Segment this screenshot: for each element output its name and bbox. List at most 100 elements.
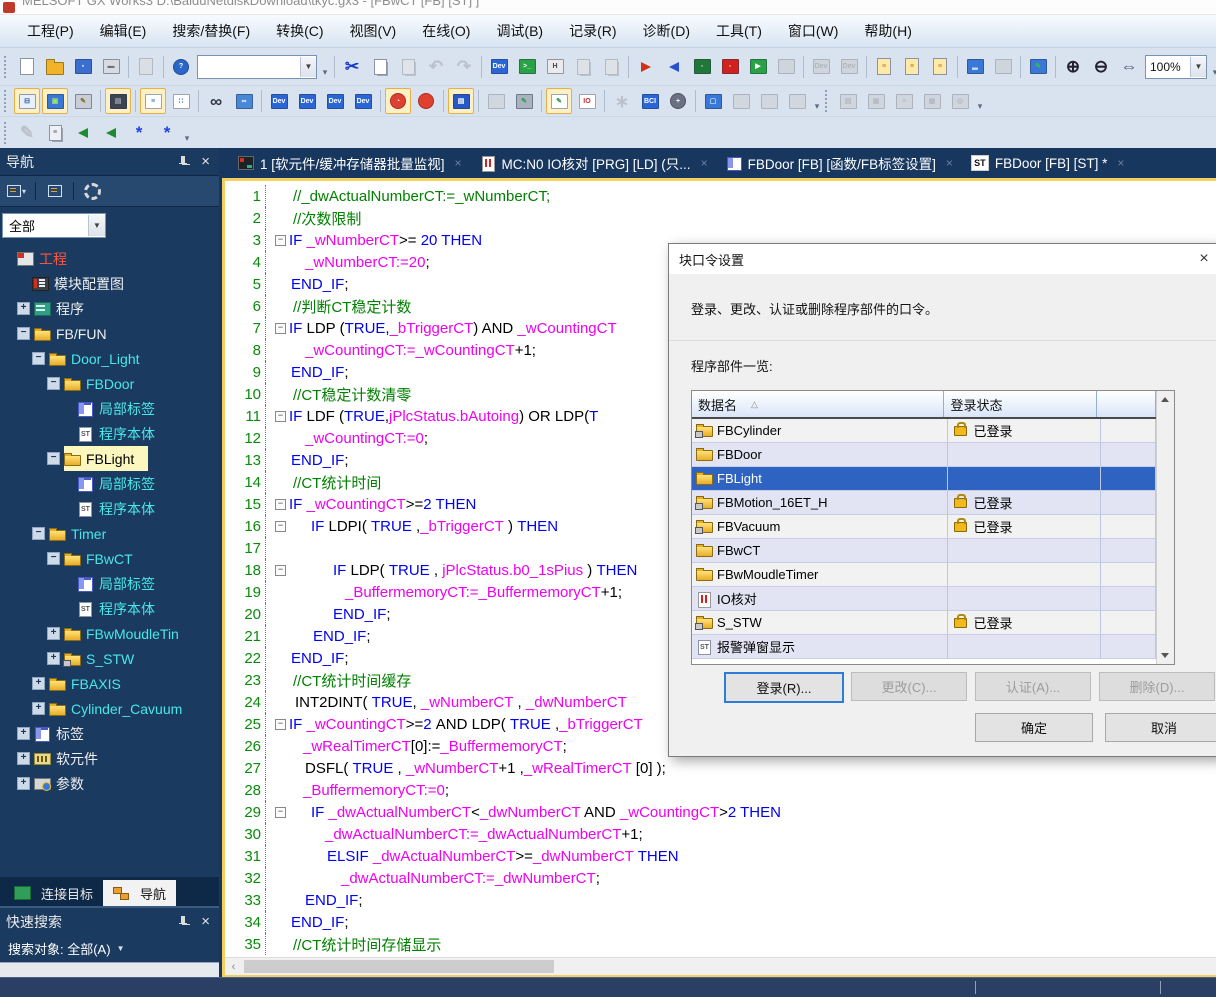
tree-item-fbwct-program-body[interactable]: ST程序本体 — [0, 596, 219, 621]
read-from-plc-icon[interactable] — [661, 54, 687, 80]
panel-tab-navigation[interactable]: 导航 — [103, 880, 176, 906]
collapse-icon[interactable]: − — [32, 527, 45, 540]
table-edit-icon[interactable]: ✎ — [511, 88, 537, 114]
menu-item-3[interactable]: 搜索/替换(F) — [159, 16, 263, 46]
pin-icon[interactable] — [178, 915, 188, 928]
horizontal-scrollbar[interactable]: ‹ — [225, 957, 1216, 975]
tree-item-fblight[interactable]: −FBLight — [0, 446, 219, 471]
scroll-down-icon[interactable] — [1161, 653, 1169, 658]
doc-tab-fbdoor-st[interactable]: STFBDoor [FB] [ST] *× — [962, 148, 1134, 178]
window-preview-icon[interactable]: ▢ — [700, 88, 726, 114]
device-list-icon[interactable]: Dev — [294, 88, 320, 114]
expand-icon[interactable]: + — [32, 702, 45, 715]
menu-item-1[interactable]: 工程(P) — [14, 16, 87, 46]
device-find-icon[interactable]: Dev — [266, 88, 292, 114]
ok-button[interactable]: 确定 — [975, 713, 1093, 742]
monitor-read-icon[interactable]: ◦ — [717, 54, 743, 80]
comment-display-icon[interactable]: ≡ — [871, 54, 897, 80]
menu-item-5[interactable]: 视图(V) — [337, 16, 410, 46]
menu-item-8[interactable]: 记录(R) — [556, 16, 629, 46]
insert-row-below-icon[interactable]: * — [154, 120, 180, 146]
device-comment-icon[interactable]: Dev — [486, 54, 512, 80]
collapse-icon[interactable]: − — [47, 377, 60, 390]
code-line-1[interactable]: 1//_dwActualNumberCT:=_wNumberCT; — [225, 185, 1216, 207]
register-button[interactable]: 登录(R)... — [724, 672, 844, 703]
fold-collapse-icon[interactable]: − — [275, 235, 286, 246]
expand-icon[interactable]: + — [17, 752, 30, 765]
cancel-button[interactable]: 取消 — [1105, 713, 1216, 742]
cross-reference-icon[interactable]: ∞ — [203, 88, 229, 114]
chevron-down-icon[interactable]: ▼ — [1190, 57, 1206, 77]
code-line-29[interactable]: 29−IF _dwActualNumberCT<_dwNumberCT AND … — [225, 801, 1216, 823]
tree-item-door-light[interactable]: −Door_Light — [0, 346, 219, 371]
program-check-icon[interactable]: ▤ — [448, 88, 474, 114]
doc-tab-watch-window[interactable]: 1 [软元件/缓冲存储器批量监视]× — [229, 148, 471, 178]
device-inspect-icon[interactable]: + — [665, 88, 691, 114]
panel-tab-connection-target[interactable]: 连接目标 — [4, 880, 103, 906]
zoom-level-combo[interactable]: 100%▼ — [1145, 55, 1207, 79]
copy-icon[interactable] — [367, 54, 393, 80]
doc-list-icon[interactable]: ≡ — [42, 120, 68, 146]
device-batch-icon[interactable]: Dev — [350, 88, 376, 114]
zoom-in-icon[interactable]: ⊕ — [1060, 54, 1086, 80]
toolbar-grip[interactable] — [4, 122, 9, 144]
watch-stop-icon[interactable] — [413, 88, 439, 114]
fit-zoom-icon[interactable]: ⇔ — [1116, 54, 1142, 80]
vertical-scrollbar[interactable] — [1156, 391, 1174, 664]
collapse-icon[interactable]: − — [32, 352, 45, 365]
menu-item-12[interactable]: 帮助(H) — [851, 16, 924, 46]
program-list-icon[interactable]: ≡ — [140, 88, 166, 114]
cut-icon[interactable]: ✂ — [339, 54, 365, 80]
table-row-alarm-popup[interactable]: ST报警弹窗显示 — [692, 635, 1156, 659]
fold-collapse-icon[interactable]: − — [275, 719, 286, 730]
insert-row-above-icon[interactable]: * — [126, 120, 152, 146]
close-icon[interactable]: × — [198, 154, 213, 169]
code-line-2[interactable]: 2//次数限制 — [225, 207, 1216, 229]
expand-icon[interactable]: + — [17, 777, 30, 790]
monitor-window-icon[interactable]: ▣ — [42, 88, 68, 114]
table-row-fbmotion-16et-h[interactable]: FBMotion_16ET_H已登录 — [692, 491, 1156, 515]
tree-item-fbwct[interactable]: −FBwCT — [0, 546, 219, 571]
print-icon[interactable]: ▬ — [98, 54, 124, 80]
fold-collapse-icon[interactable]: − — [275, 323, 286, 334]
doc-tab-io-verify[interactable]: MC:N0 IO核对 [PRG] [LD] (只...× — [471, 148, 717, 178]
code-line-30[interactable]: 30_dwActualNumberCT:=_dwActualNumberCT+1… — [225, 823, 1216, 845]
tree-display-button[interactable]: ▾ — [4, 179, 29, 203]
code-line-33[interactable]: 33END_IF; — [225, 889, 1216, 911]
program-detail-list-icon[interactable]: ∷ — [168, 88, 194, 114]
dialog-close-icon[interactable]: × — [1189, 244, 1216, 274]
code-line-34[interactable]: 34END_IF; — [225, 911, 1216, 933]
watch-start-icon[interactable]: ◔ — [385, 88, 411, 114]
tree-item-cylinder-cavuum[interactable]: +Cylinder_Cavuum — [0, 696, 219, 721]
tree-item-fbwct-local-label[interactable]: 局部标签 — [0, 571, 219, 596]
table-row-io-verify[interactable]: IO核对 — [692, 587, 1156, 611]
column-header-2[interactable]: 登录状态 — [944, 391, 1097, 417]
scrollbar-thumb[interactable] — [244, 960, 554, 973]
menu-item-10[interactable]: 工具(T) — [703, 16, 775, 46]
tree-item-s-stw[interactable]: +S_STW — [0, 646, 219, 671]
tab-close-icon[interactable]: × — [455, 156, 462, 170]
fold-collapse-icon[interactable]: − — [275, 411, 286, 422]
close-icon[interactable]: × — [198, 914, 213, 929]
write-to-plc-icon[interactable] — [633, 54, 659, 80]
tree-item-fbdoor-program-body[interactable]: ST程序本体 — [0, 421, 219, 446]
tree-item-fbdoor-local-label[interactable]: 局部标签 — [0, 396, 219, 421]
tree-item-fbdoor[interactable]: −FBDoor — [0, 371, 219, 396]
tab-close-icon[interactable]: × — [1117, 156, 1124, 170]
chevron-down-icon[interactable]: ▼ — [88, 215, 105, 236]
tree-item-fblight-program-body[interactable]: ST程序本体 — [0, 496, 219, 521]
toolbar-grip[interactable] — [4, 56, 9, 78]
help-icon[interactable]: ? — [168, 54, 194, 80]
table-row-fblight[interactable]: FBLight — [692, 467, 1156, 491]
open-project-icon[interactable] — [42, 54, 68, 80]
quick-find-combo[interactable]: ▼ — [197, 55, 317, 79]
tree-item-fblight-local-label[interactable]: 局部标签 — [0, 471, 219, 496]
collapse-icon[interactable]: − — [47, 552, 60, 565]
chevron-down-icon[interactable]: ▼ — [117, 944, 125, 953]
column-header-3[interactable] — [1097, 391, 1156, 417]
tree-item-device[interactable]: +软元件 — [0, 746, 219, 771]
tree-item-project[interactable]: 工程 — [0, 246, 219, 271]
expand-icon[interactable]: + — [17, 302, 30, 315]
menu-item-4[interactable]: 转换(C) — [263, 16, 336, 46]
table-row-fbwct[interactable]: FBwCT — [692, 539, 1156, 563]
